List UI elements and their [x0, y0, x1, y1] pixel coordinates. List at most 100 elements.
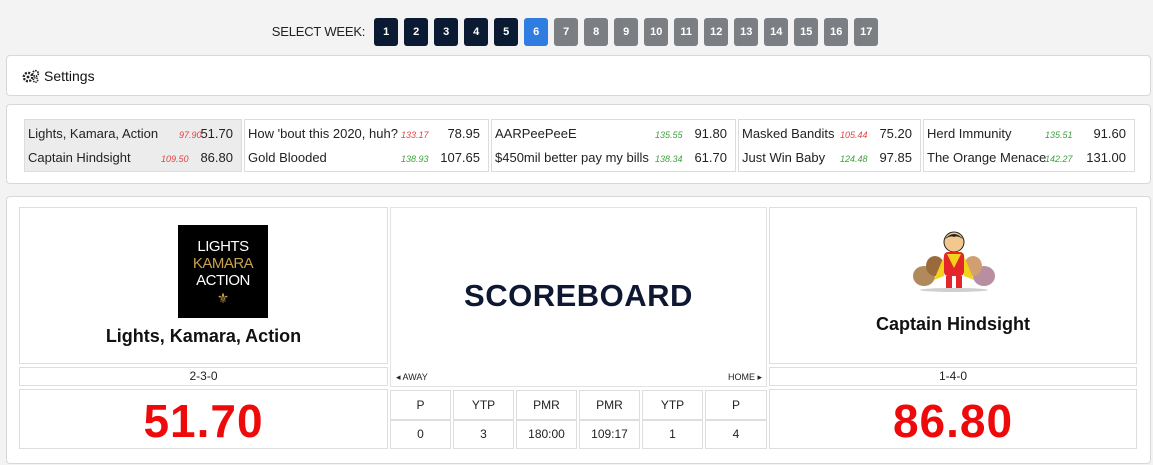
- matchup-row: How 'bout this 2020, huh? 133.17 78.95: [248, 123, 488, 147]
- team-name: The Orange Menace: [927, 150, 1047, 165]
- matchup-row: Captain Hindsight 109.50 86.80: [28, 147, 241, 171]
- team-score: 51.70: [200, 126, 233, 141]
- week-button-10[interactable]: 10: [644, 17, 669, 46]
- stat-value: 109:17: [579, 420, 640, 449]
- week-button-7[interactable]: 7: [554, 17, 579, 46]
- team-score: 78.95: [447, 126, 480, 141]
- away-indicator: ◂ AWAY: [396, 372, 428, 383]
- settings-bar[interactable]: Settings: [6, 55, 1151, 96]
- home-team-record: 1-4-0: [938, 369, 967, 383]
- team-score: 97.85: [879, 150, 912, 165]
- week-button-4[interactable]: 4: [464, 17, 489, 46]
- week-button-1[interactable]: 1: [374, 17, 399, 46]
- week-button-3[interactable]: 3: [434, 17, 459, 46]
- team-name: AARPeePeeE: [495, 126, 577, 141]
- scoreboard-center: SCOREBOARD: [390, 207, 767, 387]
- week-button-11[interactable]: 11: [674, 17, 699, 46]
- projected-score: 97.90: [179, 130, 202, 140]
- projected-score: 135.51: [1045, 130, 1073, 140]
- week-button-15[interactable]: 15: [794, 17, 819, 46]
- team-name: Masked Bandits: [742, 126, 835, 141]
- week-button-13[interactable]: 13: [734, 17, 759, 46]
- matchup-card-2[interactable]: How 'bout this 2020, huh? 133.17 78.95 G…: [244, 119, 489, 172]
- week-selector-label: SELECT WEEK:: [271, 24, 366, 39]
- projected-score: 138.93: [401, 154, 429, 164]
- away-team-name: Lights, Kamara, Action: [105, 326, 302, 346]
- projected-score: 109.50: [161, 154, 189, 164]
- away-label: AWAY: [402, 372, 428, 382]
- team-score: 91.60: [1093, 126, 1126, 141]
- home-team-name: Captain Hindsight: [876, 314, 1030, 334]
- logo-text-line: ACTION: [196, 271, 250, 289]
- matchup-row: Lights, Kamara, Action 97.90 51.70: [28, 123, 241, 147]
- team-name: Herd Immunity: [927, 126, 1012, 141]
- week-button-6[interactable]: 6: [524, 17, 549, 46]
- week-button-14[interactable]: 14: [764, 17, 789, 46]
- away-team-logo: LIGHTS KAMARA ACTION ⚜: [178, 225, 268, 318]
- week-button-16[interactable]: 16: [824, 17, 849, 46]
- away-team-score: 51.70: [143, 395, 264, 447]
- fleur-de-lis-icon: ⚜: [216, 289, 230, 306]
- away-team-record-box: 2-3-0: [19, 367, 388, 386]
- projected-score: 105.44: [840, 130, 868, 140]
- stat-header: YTP: [642, 390, 703, 420]
- stat-value: 180:00: [516, 420, 577, 449]
- week-button-9[interactable]: 9: [614, 17, 639, 46]
- projected-score: 138.34: [655, 154, 683, 164]
- stat-value: 1: [642, 420, 703, 449]
- team-name: Captain Hindsight: [28, 150, 131, 165]
- logo-text-line: LIGHTS: [197, 237, 249, 255]
- team-score: 91.80: [694, 126, 727, 141]
- team-score: 131.00: [1086, 150, 1126, 165]
- home-team-card[interactable]: Captain Hindsight: [769, 207, 1137, 364]
- scoreboard-panel: LIGHTS KAMARA ACTION ⚜ Lights, Kamara, A…: [6, 196, 1151, 464]
- projected-score: 124.48: [840, 154, 868, 164]
- stat-header: PMR: [579, 390, 640, 420]
- away-team-record: 2-3-0: [189, 369, 218, 383]
- week-button-2[interactable]: 2: [404, 17, 429, 46]
- matchup-card-1[interactable]: Lights, Kamara, Action 97.90 51.70 Capta…: [24, 119, 242, 172]
- matchup-row: The Orange Menace 142.27 131.00: [927, 147, 1134, 171]
- matchup-row: Herd Immunity 135.51 91.60: [927, 123, 1134, 147]
- team-score: 61.70: [694, 150, 727, 165]
- projected-score: 142.27: [1045, 154, 1073, 164]
- team-name: How 'bout this 2020, huh?: [248, 126, 398, 141]
- matchup-row: $450mil better pay my bills 138.34 61.70: [495, 147, 735, 171]
- matchup-card-4[interactable]: Masked Bandits 105.44 75.20 Just Win Bab…: [738, 119, 921, 172]
- stat-value: 3: [453, 420, 514, 449]
- team-name: Lights, Kamara, Action: [28, 126, 159, 141]
- projected-score: 135.55: [655, 130, 683, 140]
- week-button-12[interactable]: 12: [704, 17, 729, 46]
- team-name: Gold Blooded: [248, 150, 327, 165]
- week-button-5[interactable]: 5: [494, 17, 519, 46]
- matchup-row: Just Win Baby 124.48 97.85: [742, 147, 920, 171]
- away-score-box: 51.70: [19, 389, 388, 449]
- matchup-row: Gold Blooded 138.93 107.65: [248, 147, 488, 171]
- matchup-card-3[interactable]: AARPeePeeE 135.55 91.80 $450mil better p…: [491, 119, 736, 172]
- stat-header: P: [390, 390, 451, 420]
- team-score: 107.65: [440, 150, 480, 165]
- matchup-row: Masked Bandits 105.44 75.20: [742, 123, 920, 147]
- matchups-strip: Lights, Kamara, Action 97.90 51.70 Capta…: [6, 104, 1151, 184]
- settings-label: Settings: [44, 67, 95, 84]
- stat-value: 0: [390, 420, 451, 449]
- matchup-card-5[interactable]: Herd Immunity 135.51 91.60 The Orange Me…: [923, 119, 1135, 172]
- team-name: $450mil better pay my bills: [495, 150, 649, 165]
- stat-header: P: [705, 390, 767, 420]
- away-team-card[interactable]: LIGHTS KAMARA ACTION ⚜ Lights, Kamara, A…: [19, 207, 388, 364]
- home-team-score: 86.80: [892, 395, 1014, 447]
- matchup-row: AARPeePeeE 135.55 91.80: [495, 123, 735, 147]
- home-indicator: HOME ▸: [728, 372, 762, 383]
- week-selector: SELECT WEEK: 1 2 3 4 5 6 7 8 9 10 11 12 …: [0, 17, 1153, 46]
- caret-left-icon: ◂: [396, 372, 401, 382]
- home-label: HOME: [728, 372, 755, 382]
- projected-score: 133.17: [401, 130, 429, 140]
- caret-right-icon: ▸: [757, 372, 763, 382]
- team-score: 86.80: [200, 150, 233, 165]
- logo-text-line: KAMARA: [192, 254, 254, 272]
- week-button-8[interactable]: 8: [584, 17, 609, 46]
- home-team-logo: [913, 231, 995, 292]
- stat-header: PMR: [516, 390, 577, 420]
- week-button-17[interactable]: 17: [854, 17, 879, 46]
- team-name: Just Win Baby: [742, 150, 826, 165]
